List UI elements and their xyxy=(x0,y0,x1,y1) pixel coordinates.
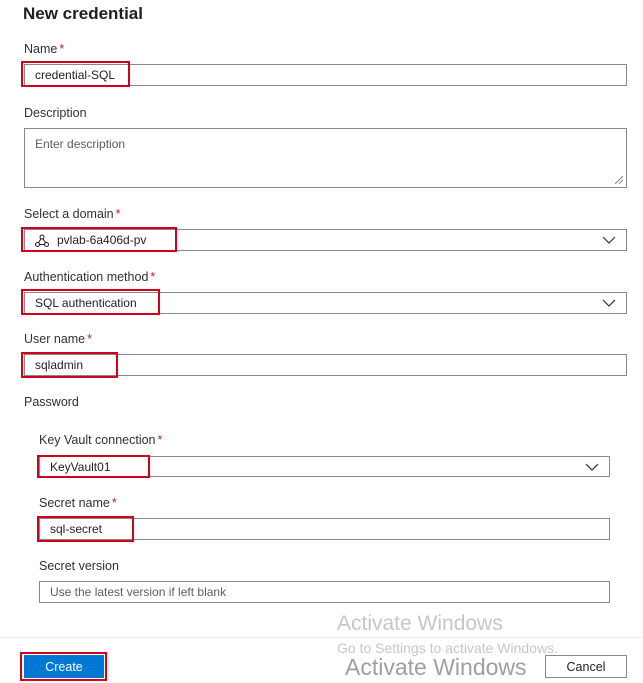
required-marker: * xyxy=(111,496,117,510)
key-vault-select[interactable]: KeyVault01 xyxy=(39,456,610,477)
name-label: Name * xyxy=(24,42,64,56)
domain-label: Select a domain * xyxy=(24,207,121,221)
key-vault-select-value: KeyVault01 xyxy=(50,459,111,474)
secret-name-input[interactable]: sql-secret xyxy=(39,518,610,540)
auth-method-label: Authentication method * xyxy=(24,270,155,284)
auth-method-select[interactable]: SQL authentication xyxy=(24,292,627,314)
secret-name-input-value: sql-secret xyxy=(50,522,103,536)
name-input-value: credential-SQL xyxy=(35,68,116,82)
secret-name-label: Secret name * xyxy=(39,496,117,510)
activate-windows-watermark: Activate Windows xyxy=(337,612,503,635)
description-placeholder: Enter description xyxy=(35,137,126,151)
secret-version-input[interactable]: Use the latest version if left blank xyxy=(39,581,610,603)
user-name-label-text: User name xyxy=(24,332,86,346)
user-name-label: User name * xyxy=(24,332,92,346)
domain-select-value: pvlab-6a406d-pv xyxy=(57,233,147,247)
required-marker: * xyxy=(115,207,121,221)
required-marker: * xyxy=(157,433,163,447)
page-title: New credential xyxy=(23,4,143,23)
required-marker: * xyxy=(87,332,93,346)
activate-windows-watermark-2: Activate Windows xyxy=(345,654,527,680)
secret-name-label-text: Secret name xyxy=(39,496,110,510)
domain-label-text: Select a domain xyxy=(24,207,114,221)
footer-divider xyxy=(0,637,643,638)
resize-handle-icon[interactable] xyxy=(615,176,623,184)
password-label: Password xyxy=(24,395,79,409)
domain-icon xyxy=(35,234,49,247)
chevron-down-icon xyxy=(602,236,616,244)
secret-version-label: Secret version xyxy=(39,559,119,573)
chevron-down-icon xyxy=(585,463,599,471)
description-textarea[interactable]: Enter description xyxy=(24,128,627,188)
key-vault-label: Key Vault connection * xyxy=(39,433,162,447)
required-marker: * xyxy=(150,270,156,284)
chevron-down-icon xyxy=(602,299,616,307)
auth-method-select-value: SQL authentication xyxy=(35,296,137,310)
create-button[interactable]: Create xyxy=(24,655,104,678)
description-label: Description xyxy=(24,106,87,120)
cancel-button[interactable]: Cancel xyxy=(545,655,627,678)
user-name-input[interactable]: sqladmin xyxy=(24,354,627,376)
secret-version-placeholder: Use the latest version if left blank xyxy=(50,585,227,599)
user-name-input-value: sqladmin xyxy=(35,358,84,372)
key-vault-label-text: Key Vault connection xyxy=(39,433,156,447)
name-label-text: Name xyxy=(24,42,58,56)
required-marker: * xyxy=(59,42,65,56)
domain-select[interactable]: pvlab-6a406d-pv xyxy=(24,229,627,251)
name-input[interactable]: credential-SQL xyxy=(24,64,627,86)
auth-method-label-text: Authentication method xyxy=(24,270,149,284)
